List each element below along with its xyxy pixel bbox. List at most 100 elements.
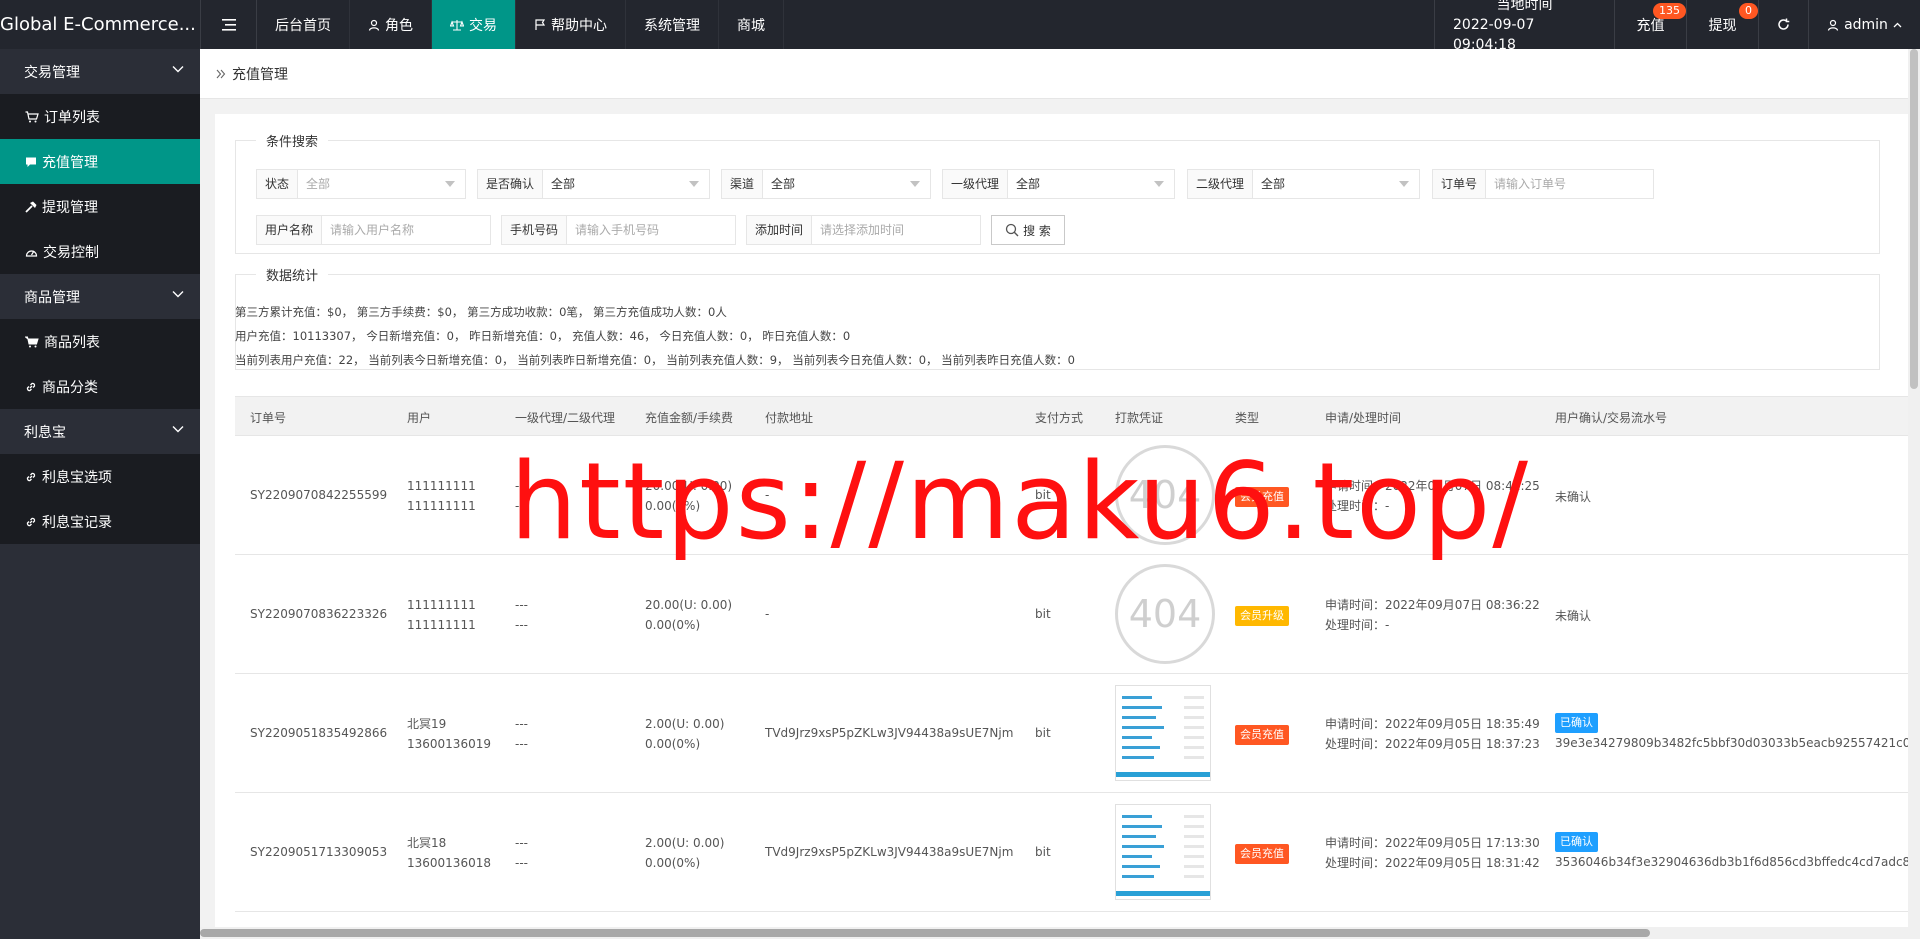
channel-label: 渠道 [722, 170, 764, 198]
nav-trade[interactable]: 交易 [432, 0, 516, 49]
cell-user-name: 111111111 [407, 598, 476, 612]
table-row[interactable]: SY2209070842255599 111111111 111111111 --… [235, 436, 1920, 555]
agent2-label: 二级代理 [1188, 170, 1254, 198]
added-time-field[interactable]: 添加时间 请选择添加时间 [746, 215, 981, 245]
table-row[interactable]: SY2209051713309053 北冥18 13600136018 --- --… [235, 793, 1920, 912]
order-no-label: 订单号 [1433, 170, 1487, 198]
cell-amount-value: 20.00(U: 0.00) [645, 598, 733, 612]
nav-shop[interactable]: 商城 [719, 0, 784, 49]
table-row[interactable]: SY2209070836223326 111111111 111111111 --… [235, 555, 1920, 674]
caret-down-icon [689, 181, 699, 187]
agent1-value: 全部 [1008, 170, 1174, 198]
proof-image[interactable]: 404 [1115, 564, 1215, 664]
nav-role[interactable]: 角色 [350, 0, 432, 49]
cell-amount: 2.00(U: 0.00) 0.00(0%) [645, 833, 724, 873]
link-icon [26, 472, 36, 481]
th-user: 用户 [407, 411, 432, 425]
recharge-badge: 135 [1653, 3, 1686, 19]
cell-agent1: --- [515, 717, 528, 731]
cell-type: 会员充值 [1235, 844, 1289, 864]
channel-select[interactable]: 渠道 全部 [721, 169, 931, 199]
sidebar-item-trade-control[interactable]: 交易控制 [0, 229, 200, 274]
sidebar-group-interest[interactable]: 利息宝 [0, 409, 200, 454]
sidebar-item-orders[interactable]: 订单列表 [0, 94, 200, 139]
cell-apply-time: 申请时间：2022年09月07日 08:42:25 [1325, 479, 1540, 493]
flag-icon [535, 18, 546, 30]
cell-order: SY2209070836223326 [250, 607, 388, 621]
phone-field[interactable]: 手机号码 请输入手机号码 [501, 215, 736, 245]
order-no-field[interactable]: 订单号 请输入订单号 [1432, 169, 1654, 199]
cell-amount: 20.00(U: 0.00) 0.00(0%) [645, 595, 732, 635]
cell-user: 111111111 111111111 [407, 476, 476, 516]
cell-agent1: --- [515, 598, 528, 612]
horizontal-scrollbar[interactable] [200, 927, 1920, 939]
agent1-select[interactable]: 一级代理 全部 [942, 169, 1175, 199]
confirmed-select[interactable]: 是否确认 全部 [477, 169, 710, 199]
cell-process-time: 处理时间：2022年09月05日 18:31:42 [1325, 856, 1540, 870]
cell-agent2: --- [515, 618, 528, 632]
refresh-icon [1778, 18, 1790, 30]
vertical-scrollbar[interactable] [1908, 49, 1920, 927]
th-address: 付款地址 [765, 411, 814, 425]
username-field[interactable]: 用户名称 请输入用户名称 [256, 215, 491, 245]
nav-home[interactable]: 后台首页 [257, 0, 350, 49]
agent1-label: 一级代理 [943, 170, 1009, 198]
order-no-input[interactable]: 请输入订单号 [1486, 170, 1653, 198]
cell-pay: bit [1035, 845, 1051, 859]
cell-agent1: --- [515, 836, 528, 850]
recharge-link[interactable]: 充值 135 [1614, 0, 1686, 49]
sidebar-item-label: 利息宝选项 [42, 469, 112, 486]
sidebar-item-goods-category[interactable]: 商品分类 [0, 364, 200, 409]
proof-image[interactable] [1115, 685, 1211, 781]
search-button[interactable]: 搜 索 [991, 215, 1065, 245]
sidebar-group-trade[interactable]: 交易管理 [0, 49, 200, 94]
horizontal-scroll-thumb[interactable] [200, 929, 1650, 937]
cell-address: TVd9Jrz9xsP5pZKLw3JV94438a9sUE7Njm [765, 726, 1014, 740]
added-time-input[interactable]: 请选择添加时间 [812, 216, 980, 244]
cell-pay: bit [1035, 726, 1051, 740]
sidebar-item-goods-list[interactable]: 商品列表 [0, 319, 200, 364]
user-menu[interactable]: admin [1808, 0, 1920, 49]
sidebar-item-withdraw[interactable]: 提现管理 [0, 184, 200, 229]
th-pay: 支付方式 [1035, 411, 1084, 425]
cell-agent1: --- [515, 479, 528, 493]
cell-agent: --- --- [515, 714, 528, 754]
chevron-down-icon [172, 66, 184, 73]
cell-apply-time: 申请时间：2022年09月07日 08:36:22 [1325, 598, 1540, 612]
cell-user: 111111111 111111111 [407, 595, 476, 635]
cell-fee: 0.00(0%) [645, 737, 701, 751]
search-icon [1005, 223, 1019, 237]
sidebar-item-interest-records[interactable]: 利息宝记录 [0, 499, 200, 544]
nav-system[interactable]: 系统管理 [626, 0, 719, 49]
added-time-label: 添加时间 [747, 216, 813, 244]
vertical-scroll-thumb[interactable] [1910, 49, 1918, 389]
breadcrumb: 充值管理 [200, 49, 1920, 99]
phone-input[interactable]: 请输入手机号码 [567, 216, 735, 244]
app-logo-title[interactable]: Global E-Commerce... [0, 0, 200, 49]
sidebar-group-label: 商品管理 [24, 289, 80, 306]
username-input[interactable]: 请输入用户名称 [322, 216, 490, 244]
nav-help[interactable]: 帮助中心 [516, 0, 626, 49]
cell-time: 申请时间：2022年09月05日 18:35:49 处理时间：2022年09月05… [1325, 714, 1540, 754]
agent2-value-text: 全部 [1261, 177, 1286, 191]
confirmed-label: 是否确认 [478, 170, 544, 198]
sidebar-item-label: 商品分类 [42, 379, 98, 396]
menu-toggle-button[interactable] [200, 0, 257, 49]
cell-amount-value: 2.00(U: 0.00) [645, 717, 725, 731]
cell-user: 北冥18 13600136018 [407, 833, 491, 873]
withdraw-link[interactable]: 提现 0 [1686, 0, 1758, 49]
breadcrumb-current: 充值管理 [232, 66, 288, 83]
sidebar-group-goods[interactable]: 商品管理 [0, 274, 200, 319]
refresh-button[interactable] [1758, 0, 1808, 49]
proof-image[interactable]: 404 [1115, 445, 1215, 545]
cell-time: 申请时间：2022年09月07日 08:42:25 处理时间：- [1325, 476, 1540, 516]
sidebar-item-interest-options[interactable]: 利息宝选项 [0, 454, 200, 499]
cell-address: - [765, 488, 770, 502]
agent2-select[interactable]: 二级代理 全部 [1187, 169, 1420, 199]
status-select[interactable]: 状态 全部 [256, 169, 466, 199]
confirmed-value: 全部 [543, 170, 709, 198]
dashboard-icon [25, 249, 38, 257]
table-row[interactable]: SY2209051835492866 北冥19 13600136019 --- --… [235, 674, 1920, 793]
sidebar-item-recharge[interactable]: 充值管理 [0, 139, 200, 184]
proof-image[interactable] [1115, 804, 1211, 900]
